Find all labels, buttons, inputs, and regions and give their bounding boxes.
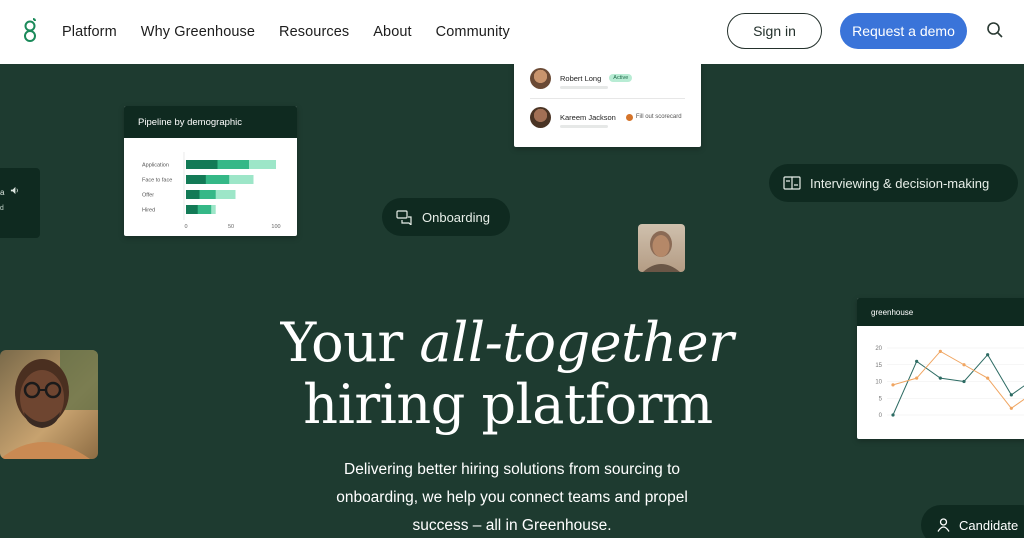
onboarding-pill: Onboarding — [382, 198, 510, 236]
person-icon — [937, 518, 950, 532]
bar — [186, 175, 206, 184]
divider — [530, 98, 685, 99]
woman-portrait-icon — [643, 231, 680, 272]
partial-media-card: a ed — [0, 168, 40, 238]
search-icon[interactable] — [986, 21, 1004, 39]
request-demo-button[interactable]: Request a demo — [840, 13, 967, 49]
onboarding-label: Onboarding — [422, 209, 490, 225]
nav-link-about[interactable]: About — [373, 24, 411, 40]
scorecard-note-text: Fill out scorecard — [635, 114, 682, 120]
subtext-line: success – all in Greenhouse. — [412, 517, 612, 534]
pipeline-chart-title: Pipeline by demographic — [124, 106, 297, 138]
pipeline-bar-chart: Application Face to face Offer Hired 0 50 100 — [142, 152, 281, 230]
top-nav: Platform Why Greenhouse Resources About … — [0, 0, 1024, 64]
compare-icon — [783, 176, 801, 190]
interviewers-card: Robert Long Active Kareem Jackson Fill o… — [514, 64, 701, 147]
category-label: Offer — [142, 193, 154, 199]
partial-card-subtext: ed — [0, 205, 4, 212]
person-name: Kareem Jackson — [560, 112, 616, 122]
interviewing-label: Interviewing & decision-making — [810, 175, 990, 191]
chat-bubbles-icon — [396, 209, 412, 225]
speaker-icon — [10, 186, 18, 195]
person-name: Robert Long — [560, 73, 602, 83]
warning-icon — [625, 113, 633, 121]
candidate-photo — [638, 224, 685, 272]
headline-italic: all-together — [419, 311, 734, 374]
headline-line-1: Your all-together — [0, 312, 1019, 374]
greenhouse-logo-icon[interactable] — [22, 17, 38, 43]
partial-card-text: a — [0, 188, 5, 197]
bar — [186, 160, 218, 169]
subtext-line: Delivering better hiring solutions from … — [344, 461, 680, 478]
subtext-line: onboarding, we help you connect teams an… — [336, 489, 688, 506]
nav-link-why-greenhouse[interactable]: Why Greenhouse — [141, 24, 255, 40]
pipeline-chart-card: Pipeline by demographic Application Face … — [124, 106, 297, 236]
candidate-pill: Candidate — [921, 505, 1024, 538]
nav-link-community[interactable]: Community — [436, 24, 510, 40]
placeholder-bar — [560, 125, 608, 128]
scorecard-note: Fill out scorecard — [625, 113, 682, 121]
sign-in-button[interactable]: Sign in — [727, 13, 822, 49]
interviewing-pill: Interviewing & decision-making — [769, 164, 1018, 202]
x-tick-label: 0 — [184, 224, 187, 230]
category-label: Application — [142, 163, 169, 169]
x-tick-label: 100 — [271, 224, 280, 230]
nav-link-resources[interactable]: Resources — [279, 24, 349, 40]
hero-section: a ed Pipeline by demographic Application… — [0, 64, 1024, 538]
avatar — [530, 67, 551, 89]
bar — [186, 205, 198, 214]
bar — [186, 190, 200, 199]
placeholder-bar — [560, 86, 608, 89]
avatar — [530, 106, 551, 128]
nav-link-platform[interactable]: Platform — [62, 24, 117, 40]
headline-line-2: hiring platform — [303, 373, 713, 436]
category-label: Face to face — [142, 178, 172, 184]
status-badge: Active — [609, 74, 633, 82]
headline-plain: Your — [280, 311, 404, 374]
candidate-label: Candidate — [959, 517, 1019, 533]
hero-subtext: Delivering better hiring solutions from … — [0, 456, 1024, 538]
x-tick-label: 50 — [228, 224, 234, 230]
category-label: Hired — [142, 208, 155, 214]
nav-links: Platform Why Greenhouse Resources About … — [62, 0, 534, 64]
